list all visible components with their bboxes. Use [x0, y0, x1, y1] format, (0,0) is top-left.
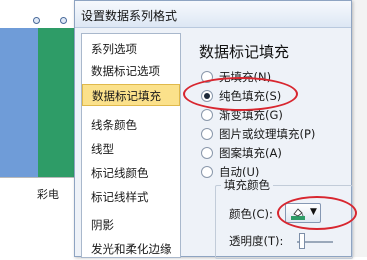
- category-label: 彩电: [37, 188, 59, 201]
- nav-item-line-color[interactable]: 线条颜色: [82, 114, 180, 136]
- dialog-titlebar[interactable]: 设置数据系列格式: [75, 1, 351, 28]
- nav-item-line-style[interactable]: 线型: [82, 138, 180, 160]
- selection-handle[interactable]: [60, 17, 67, 24]
- fill-color-group-title: 填充颜色: [221, 177, 273, 193]
- nav-item-shadow[interactable]: 阴影: [82, 214, 180, 236]
- color-label: 颜色(C):: [229, 207, 273, 221]
- selection-handle[interactable]: [33, 17, 40, 24]
- chart-axis-line: [0, 177, 80, 178]
- options-nav: 系列选项 数据标记选项 数据标记填充 线条颜色 线型 标记线颜色 标记线样式 阴…: [81, 33, 181, 258]
- radio-label: 图案填充(A): [219, 146, 282, 160]
- transparency-slider-thumb[interactable]: [299, 233, 305, 249]
- radio-button[interactable]: [201, 128, 213, 140]
- nav-item-marker-line-style[interactable]: 标记线样式: [82, 186, 180, 208]
- dialog-title: 设置数据系列格式: [81, 9, 178, 23]
- nav-item-marker-fill[interactable]: 数据标记填充: [82, 84, 180, 106]
- transparency-label: 透明度(T):: [229, 234, 284, 248]
- radio-button[interactable]: [201, 109, 213, 121]
- radio-button[interactable]: [201, 166, 213, 178]
- radio-label: 图片或纹理填充(P): [219, 127, 316, 141]
- nav-item-marker-line-color[interactable]: 标记线颜色: [82, 162, 180, 184]
- chart-bar-blue[interactable]: [0, 28, 38, 178]
- panel-title: 数据标记填充: [199, 43, 290, 61]
- nav-item-marker-options[interactable]: 数据标记选项: [82, 60, 180, 82]
- annotation-circle-color-button: [277, 196, 357, 230]
- chart-bar-green[interactable]: [38, 28, 74, 178]
- nav-item-series-options[interactable]: 系列选项: [82, 38, 180, 60]
- radio-button[interactable]: [201, 147, 213, 159]
- annotation-circle-solid-fill: [183, 77, 298, 111]
